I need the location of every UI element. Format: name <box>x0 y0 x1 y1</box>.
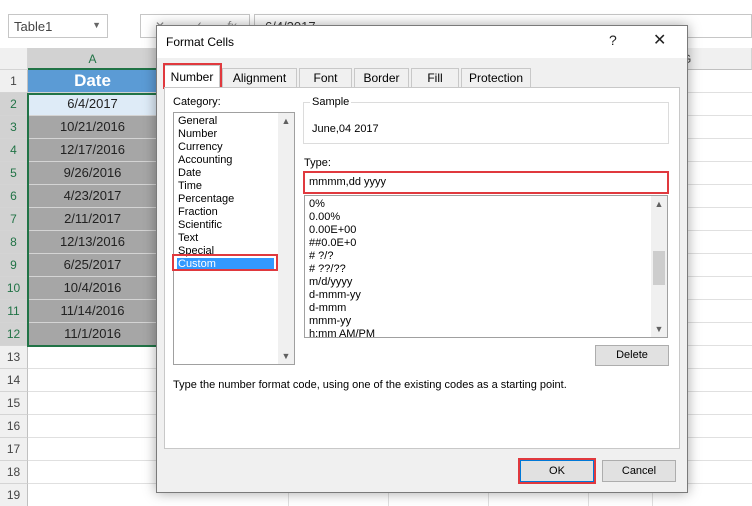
tab-font[interactable]: Font <box>299 68 352 87</box>
list-item[interactable]: 0.00% <box>308 211 340 224</box>
row-header-14[interactable]: 14 <box>0 369 28 392</box>
list-item[interactable]: h:mm AM/PM <box>308 328 375 337</box>
tab-number[interactable]: Number <box>164 65 220 88</box>
list-item[interactable]: Time <box>177 180 274 193</box>
row-header-6[interactable]: 6 <box>0 185 28 208</box>
row-header-19[interactable]: 19 <box>0 484 28 506</box>
format-description: Type the number format code, using one o… <box>173 379 567 391</box>
type-label: Type: <box>304 157 331 169</box>
dialog-title: Format Cells <box>166 35 235 49</box>
scroll-thumb[interactable] <box>653 251 665 285</box>
list-item[interactable]: # ?/? <box>308 250 333 263</box>
ok-button[interactable]: OK <box>520 460 594 482</box>
list-item[interactable]: Special <box>177 245 274 258</box>
category-list[interactable]: General Number Currency Accounting Date … <box>173 112 295 365</box>
list-item[interactable]: Currency <box>177 141 274 154</box>
list-item[interactable]: ##0.0E+0 <box>308 237 356 250</box>
name-box-value: Table1 <box>14 19 53 34</box>
sample-label: Sample <box>310 96 352 108</box>
row-header-1[interactable]: 1 <box>0 70 28 93</box>
row-header-8[interactable]: 8 <box>0 231 28 254</box>
row-header-4[interactable]: 4 <box>0 139 28 162</box>
sample-group: Sample June,04 2017 <box>303 96 669 144</box>
list-item[interactable]: d-mmm <box>308 302 346 315</box>
list-item[interactable]: Number <box>177 128 274 141</box>
type-list[interactable]: 0% 0.00% 0.00E+00 ##0.0E+0 # ?/? # ??/??… <box>304 195 668 338</box>
format-cells-dialog: Format Cells ? ✕ Number Alignment Font B… <box>156 25 688 493</box>
row-header-11[interactable]: 11 <box>0 300 28 323</box>
tab-alignment[interactable]: Alignment <box>222 68 297 87</box>
list-item[interactable]: Fraction <box>177 206 274 219</box>
type-input[interactable]: mmmm,dd yyyy <box>304 172 668 193</box>
list-item[interactable]: General <box>177 115 274 128</box>
row-header-2[interactable]: 2 <box>0 93 28 116</box>
list-item[interactable]: m/d/yyyy <box>308 276 352 289</box>
list-item[interactable]: mmm-yy <box>308 315 351 328</box>
row-header-15[interactable]: 15 <box>0 392 28 415</box>
row-header-5[interactable]: 5 <box>0 162 28 185</box>
row-header-3[interactable]: 3 <box>0 116 28 139</box>
row-header-9[interactable]: 9 <box>0 254 28 277</box>
row-header-16[interactable]: 16 <box>0 415 28 438</box>
row-header-7[interactable]: 7 <box>0 208 28 231</box>
category-scrollbar[interactable]: ▲ ▼ <box>278 113 294 364</box>
row-header-13[interactable]: 13 <box>0 346 28 369</box>
list-item[interactable]: Text <box>177 232 274 245</box>
chevron-down-icon[interactable]: ▼ <box>92 20 101 30</box>
list-item[interactable]: Percentage <box>177 193 274 206</box>
list-item[interactable]: 0.00E+00 <box>308 224 356 237</box>
row-header-12[interactable]: 12 <box>0 323 28 346</box>
delete-button[interactable]: Delete <box>595 345 669 366</box>
list-item[interactable]: # ??/?? <box>308 263 346 276</box>
number-tab-panel: Category: General Number Currency Accoun… <box>164 87 680 449</box>
scroll-up-icon[interactable]: ▲ <box>278 113 294 129</box>
select-all-corner[interactable] <box>0 48 28 70</box>
help-icon[interactable]: ? <box>609 32 617 48</box>
category-label: Category: <box>173 96 221 108</box>
sample-value: June,04 2017 <box>312 123 379 135</box>
column-header-a[interactable]: A <box>28 48 158 70</box>
scroll-down-icon[interactable]: ▼ <box>278 348 294 364</box>
cancel-button[interactable]: Cancel <box>602 460 676 482</box>
row-header-18[interactable]: 18 <box>0 461 28 484</box>
list-item[interactable]: Accounting <box>177 154 274 167</box>
list-item[interactable]: d-mmm-yy <box>308 289 361 302</box>
tab-border[interactable]: Border <box>354 68 409 87</box>
selection-border <box>27 93 159 347</box>
dialog-titlebar: Format Cells ? ✕ <box>157 26 687 58</box>
type-scrollbar[interactable]: ▲ ▼ <box>651 196 667 337</box>
row-header-17[interactable]: 17 <box>0 438 28 461</box>
tab-protection[interactable]: Protection <box>461 68 531 87</box>
scroll-down-icon[interactable]: ▼ <box>651 321 667 337</box>
list-item[interactable]: 0% <box>308 198 325 211</box>
list-item[interactable]: Date <box>177 167 274 180</box>
tab-fill[interactable]: Fill <box>411 68 459 87</box>
name-box[interactable]: Table1 ▼ <box>8 14 108 38</box>
close-icon[interactable]: ✕ <box>653 30 666 50</box>
table-header-date[interactable]: Date <box>28 70 158 93</box>
list-item-custom[interactable]: Custom <box>177 258 274 271</box>
row-header-10[interactable]: 10 <box>0 277 28 300</box>
list-item[interactable]: Scientific <box>177 219 274 232</box>
scroll-up-icon[interactable]: ▲ <box>651 196 667 212</box>
